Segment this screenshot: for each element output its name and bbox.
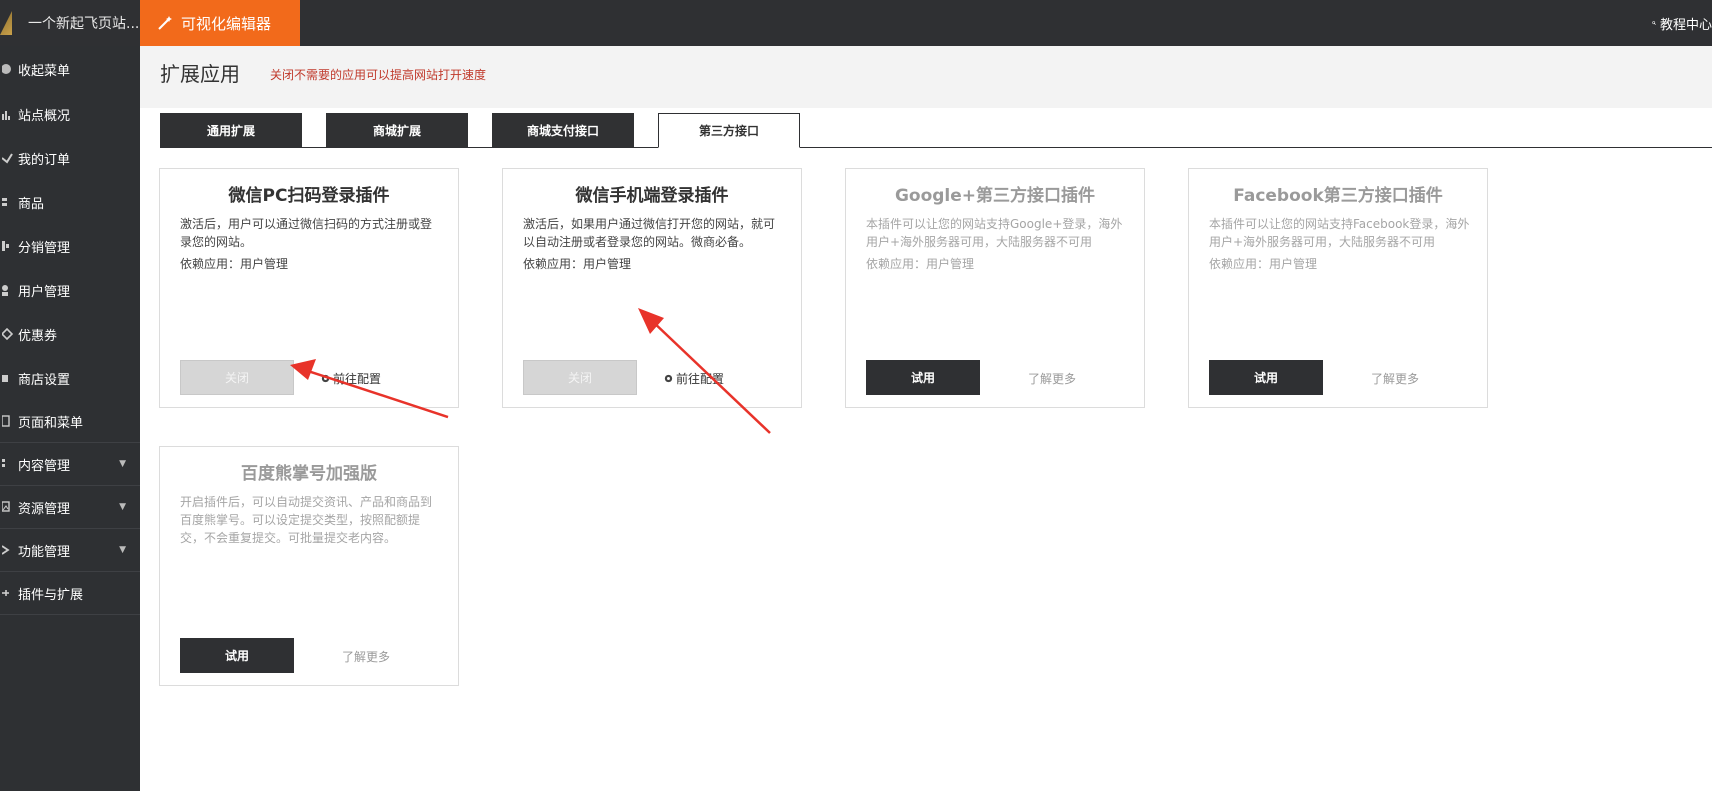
sidebar-item-distribution[interactable]: 分销管理 xyxy=(0,224,140,268)
tutorial-link[interactable]: 教程中心 xyxy=(1652,0,1712,46)
configure-link-label: 前往配置 xyxy=(333,372,382,386)
store-icon xyxy=(2,372,14,384)
site-name: 一个新起飞页站... xyxy=(28,16,140,32)
distribution-icon xyxy=(2,240,14,252)
page-title: 扩展应用 xyxy=(160,62,240,86)
sidebar-item-label: 收起菜单 xyxy=(18,63,71,79)
sidebar-item-label: 商店设置 xyxy=(18,372,71,388)
tab-general-extensions[interactable]: 通用扩展 xyxy=(160,113,302,147)
sidebar-item-products[interactable]: 商品 xyxy=(0,180,140,224)
card-title: 微信手机端登录插件 xyxy=(575,186,729,206)
close-button[interactable]: 关闭 xyxy=(523,360,637,395)
sidebar-item-collapse[interactable]: 收起菜单 xyxy=(0,46,140,92)
sidebar-item-overview[interactable]: 站点概况 xyxy=(0,92,140,136)
plugin-card-google: Google+第三方接口插件 本插件可以让您的网站支持Google+登录，海外用… xyxy=(845,168,1145,408)
content-icon xyxy=(2,458,14,470)
card-dependency: 依赖应用：用户管理 xyxy=(180,257,289,271)
page-icon xyxy=(2,415,14,427)
chevron-down-icon: ▼ xyxy=(119,459,126,469)
sidebar-item-coupons[interactable]: 优惠券 xyxy=(0,312,140,356)
plugin-card-baidu-xiongzhang: 百度熊掌号加强版 开启插件后，可以自动提交资讯、产品和商品到百度熊掌号。可以设定… xyxy=(159,446,459,686)
card-title: Facebook第三方接口插件 xyxy=(1233,186,1443,206)
site-switcher[interactable]: 一个新起飞页站... xyxy=(0,0,140,46)
configure-link-label: 前往配置 xyxy=(676,372,725,386)
card-title: 微信PC扫码登录插件 xyxy=(228,186,390,206)
card-title: 百度熊掌号加强版 xyxy=(241,464,377,484)
card-description: 激活后，如果用户通过微信打开您的网站，就可以自动注册或者登录您的网站。微商必备。 xyxy=(523,217,776,249)
tab-bar: 通用扩展 商城扩展 商城支付接口 第三方接口 xyxy=(160,113,1712,148)
sidebar-item-orders[interactable]: 我的订单 xyxy=(0,136,140,180)
plugin-card-wechat-pc: 微信PC扫码登录插件 激活后，用户可以通过微信扫码的方式注册或登录您的网站。 依… xyxy=(159,168,459,408)
try-button[interactable]: 试用 xyxy=(1209,360,1323,395)
configure-link[interactable]: 前往配置 xyxy=(320,370,381,387)
user-icon xyxy=(2,284,14,296)
image-icon xyxy=(2,501,14,513)
sidebar-item-resources[interactable]: 资源管理 ▼ xyxy=(0,486,140,529)
gear-icon xyxy=(664,374,673,383)
sidebar-item-label: 功能管理 xyxy=(18,544,71,560)
sidebar: 收起菜单 站点概况 我的订单 商品 分销管理 用户管理 优惠券 商店设置 页面和… xyxy=(0,46,140,791)
sidebar-item-label: 内容管理 xyxy=(18,458,71,474)
search-icon xyxy=(1652,21,1656,25)
sidebar-item-content[interactable]: 内容管理 ▼ xyxy=(0,443,140,486)
visual-editor-button[interactable]: 可视化编辑器 xyxy=(140,0,300,46)
sidebar-item-label: 用户管理 xyxy=(18,284,71,300)
tab-label: 通用扩展 xyxy=(206,123,255,138)
try-button[interactable]: 试用 xyxy=(866,360,980,395)
chart-icon xyxy=(2,108,14,120)
sidebar-item-users[interactable]: 用户管理 xyxy=(0,268,140,312)
sidebar-item-label: 分销管理 xyxy=(18,240,71,256)
magic-wand-icon xyxy=(158,16,172,30)
sidebar-item-label: 资源管理 xyxy=(18,501,71,517)
tutorial-label: 教程中心 xyxy=(1659,17,1712,33)
card-dependency: 依赖应用：用户管理 xyxy=(866,257,975,271)
order-icon xyxy=(2,152,14,164)
page-hint: 关闭不需要的应用可以提高网站打开速度 xyxy=(270,68,487,82)
tab-mall-extensions[interactable]: 商城扩展 xyxy=(326,113,468,147)
chevron-down-icon: ▼ xyxy=(119,502,126,512)
tag-icon xyxy=(2,328,14,340)
card-description: 开启插件后，可以自动提交资讯、产品和商品到百度熊掌号。可以设定提交类型，按照配额… xyxy=(180,495,433,545)
sidebar-item-label: 插件与扩展 xyxy=(18,587,84,603)
plugin-icon xyxy=(2,587,14,599)
content-header: 扩展应用 关闭不需要的应用可以提高网站打开速度 xyxy=(140,46,1712,108)
close-button[interactable]: 关闭 xyxy=(180,360,294,395)
sidebar-item-label: 我的订单 xyxy=(18,152,71,168)
site-logo xyxy=(0,11,12,35)
configure-link[interactable]: 前往配置 xyxy=(663,370,724,387)
tab-label: 商城支付接口 xyxy=(526,123,599,138)
sidebar-item-label: 站点概况 xyxy=(18,108,71,124)
tab-label: 第三方接口 xyxy=(698,124,759,138)
card-dependency: 依赖应用：用户管理 xyxy=(523,257,632,271)
visual-editor-label: 可视化编辑器 xyxy=(181,14,272,33)
card-dependency: 依赖应用：用户管理 xyxy=(1209,257,1318,271)
sidebar-item-plugins[interactable]: 插件与扩展 xyxy=(0,572,140,615)
tab-third-party[interactable]: 第三方接口 xyxy=(658,113,800,148)
card-title: Google+第三方接口插件 xyxy=(894,186,1096,206)
learn-more-link[interactable]: 了解更多 xyxy=(1028,370,1076,387)
card-description: 本插件可以让您的网站支持Google+登录，海外用户+海外服务器可用，大陆服务器… xyxy=(866,217,1123,249)
tab-label: 商城扩展 xyxy=(372,123,421,138)
plugin-card-wechat-mobile: 微信手机端登录插件 激活后，如果用户通过微信打开您的网站，就可以自动注册或者登录… xyxy=(502,168,802,408)
learn-more-link[interactable]: 了解更多 xyxy=(342,648,390,665)
try-button[interactable]: 试用 xyxy=(180,638,294,673)
chevron-down-icon: ▼ xyxy=(119,545,126,555)
function-icon xyxy=(2,544,14,556)
card-description: 激活后，用户可以通过微信扫码的方式注册或登录您的网站。 xyxy=(180,217,433,249)
circle-icon xyxy=(2,63,14,75)
product-icon xyxy=(2,196,14,208)
card-description: 本插件可以让您的网站支持Facebook登录，海外用户+海外服务器可用，大陆服务… xyxy=(1209,217,1470,249)
sidebar-item-label: 商品 xyxy=(18,196,45,212)
sidebar-item-store-settings[interactable]: 商店设置 xyxy=(0,356,140,400)
top-bar: 一个新起飞页站... 可视化编辑器 教程中心 xyxy=(0,0,1712,46)
sidebar-item-label: 优惠券 xyxy=(18,328,58,344)
sidebar-item-label: 页面和菜单 xyxy=(18,415,84,431)
sidebar-item-functions[interactable]: 功能管理 ▼ xyxy=(0,529,140,572)
learn-more-link[interactable]: 了解更多 xyxy=(1371,370,1419,387)
sidebar-item-pages-menus[interactable]: 页面和菜单 xyxy=(0,400,140,443)
plugin-card-facebook: Facebook第三方接口插件 本插件可以让您的网站支持Facebook登录，海… xyxy=(1188,168,1488,408)
tab-mall-payment[interactable]: 商城支付接口 xyxy=(492,113,634,147)
gear-icon xyxy=(321,374,330,383)
